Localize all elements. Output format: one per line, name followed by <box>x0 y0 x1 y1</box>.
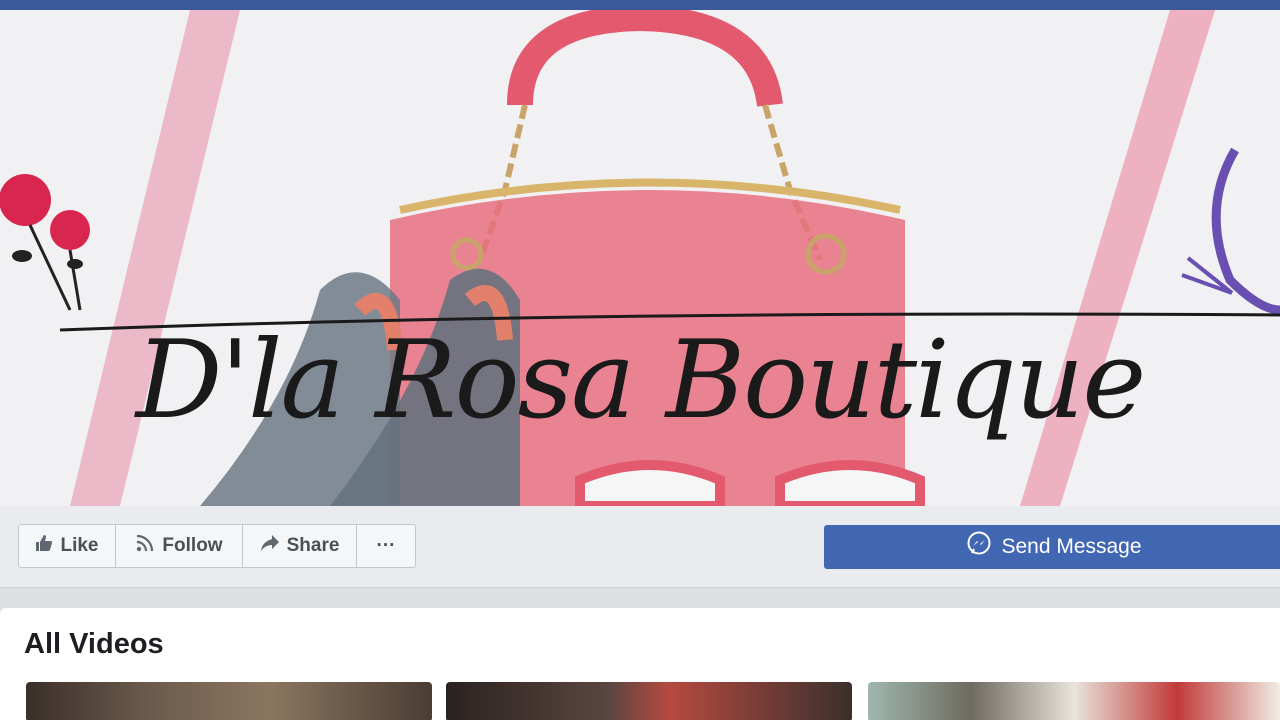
share-label: Share <box>286 535 340 556</box>
thumbs-up-icon <box>35 534 53 558</box>
messenger-icon <box>966 531 992 563</box>
share-button[interactable]: Share <box>243 525 357 567</box>
video-thumbnail[interactable] <box>868 682 1280 720</box>
top-nav-bar <box>0 0 1280 10</box>
video-thumbnail[interactable] <box>446 682 852 720</box>
like-label: Like <box>60 535 99 556</box>
page-action-bar: Like Follow Share ··· Send Message <box>0 506 1280 588</box>
follow-label: Follow <box>162 535 223 556</box>
send-message-label: Send Message <box>1001 535 1142 558</box>
share-arrow-icon <box>260 534 280 558</box>
more-dots-icon: ··· <box>376 535 396 556</box>
follow-button[interactable]: Follow <box>116 525 243 567</box>
like-button[interactable]: Like <box>19 525 116 567</box>
video-thumbnail[interactable] <box>26 682 432 720</box>
more-options-button[interactable]: ··· <box>357 525 415 567</box>
cover-photo[interactable]: D'la Rosa Boutique <box>0 10 1280 506</box>
send-message-button[interactable]: Send Message <box>824 525 1280 569</box>
page-actions-group: Like Follow Share ··· <box>18 524 416 568</box>
videos-section: All Videos <box>0 608 1280 720</box>
brand-logo-text: D'la Rosa Boutique <box>135 318 1147 443</box>
videos-section-title: All Videos <box>24 628 164 660</box>
rss-follow-icon <box>135 533 155 559</box>
